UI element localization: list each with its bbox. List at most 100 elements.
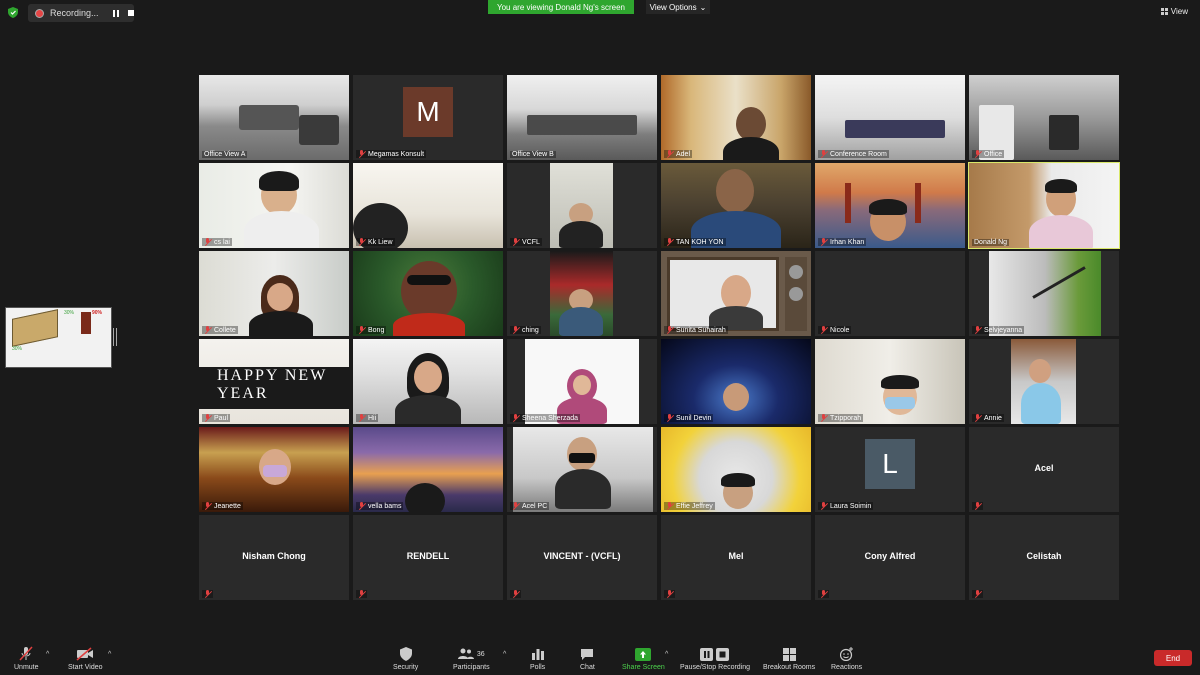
participant-name <box>972 590 983 598</box>
video-tile[interactable]: Cony Alfred <box>815 515 965 600</box>
mic-muted-icon <box>820 502 827 510</box>
stop-recording-icon[interactable] <box>127 10 134 16</box>
video-tile[interactable]: Office View A <box>199 75 349 160</box>
video-tile[interactable]: Adel <box>661 75 811 160</box>
mic-muted-icon <box>666 326 673 334</box>
unmute-button[interactable]: Unmute <box>14 646 39 671</box>
participant-name: Laura Soimin <box>818 502 874 510</box>
participant-label: Office View A <box>204 151 246 158</box>
pause-stop-icon <box>700 647 730 661</box>
avatar: L <box>865 438 915 489</box>
participant-label: Jeanette <box>214 502 241 510</box>
thumb-label-1: 30% <box>64 310 75 316</box>
video-tile[interactable]: Sunil Devin <box>661 339 811 424</box>
security-button[interactable]: Security <box>393 646 418 671</box>
mic-muted-icon <box>512 590 519 598</box>
breakout-rooms-button[interactable]: Breakout Rooms <box>763 646 815 671</box>
reactions-button[interactable]: Reactions <box>831 646 862 671</box>
participants-options-caret[interactable]: ^ <box>503 651 506 658</box>
video-tile[interactable]: VINCENT - (VCFL) <box>507 515 657 600</box>
video-tile[interactable]: vella bams <box>353 427 503 512</box>
view-options-label: View Options <box>649 2 697 12</box>
share-screen-button[interactable]: Share Screen <box>622 646 665 671</box>
video-tile[interactable]: Celistah <box>969 515 1119 600</box>
video-tile[interactable]: Effie Jeffrey <box>661 427 811 512</box>
video-tile[interactable]: Nicole <box>815 251 965 336</box>
video-tile[interactable]: Acel <box>969 427 1119 512</box>
participant-name <box>202 590 213 598</box>
video-tile[interactable]: cs lai <box>199 163 349 248</box>
video-tile[interactable]: Sheena Sherzada <box>507 339 657 424</box>
video-tile[interactable]: Collete <box>199 251 349 336</box>
mic-muted-icon <box>820 326 827 334</box>
view-button[interactable]: View <box>1160 7 1188 16</box>
participants-icon <box>457 648 474 659</box>
thumbnail-resize-handle[interactable] <box>113 328 117 346</box>
video-tile[interactable]: Sunita Suhairah <box>661 251 811 336</box>
video-tile[interactable]: Jeanette <box>199 427 349 512</box>
participants-button[interactable]: 36 Participants <box>453 646 490 671</box>
shared-screen-thumbnail[interactable]: 30% 90% 30% <box>5 307 112 368</box>
participants-count: 36 <box>476 650 485 658</box>
polls-label: Polls <box>530 664 546 671</box>
security-shield-icon <box>8 7 18 18</box>
video-off-icon <box>76 647 94 661</box>
video-tile[interactable]: ching <box>507 251 657 336</box>
mic-muted-icon <box>820 414 827 422</box>
start-video-label: Start Video <box>68 664 103 671</box>
end-meeting-button[interactable]: End <box>1154 650 1192 666</box>
mic-muted-icon <box>820 150 827 158</box>
video-options-caret[interactable]: ^ <box>108 651 111 658</box>
video-tile-active-speaker[interactable]: Donald Ng <box>968 162 1120 249</box>
polls-button[interactable]: Polls <box>530 646 545 671</box>
participant-label: Sheena Sherzada <box>522 414 579 422</box>
mic-muted-icon <box>358 238 365 246</box>
video-tile[interactable]: Office <box>969 75 1119 160</box>
participant-name: Annie <box>972 414 1004 422</box>
participant-label: Kk Liew <box>368 238 393 246</box>
chat-label: Chat <box>580 664 595 671</box>
video-tile[interactable]: Nisham Chong <box>199 515 349 600</box>
mic-muted-icon <box>204 590 211 598</box>
recording-label: Recording... <box>50 8 99 18</box>
chat-icon <box>581 648 594 660</box>
breakout-rooms-label: Breakout Rooms <box>763 664 816 671</box>
chat-button[interactable]: Chat <box>580 646 595 671</box>
share-options-caret[interactable]: ^ <box>665 651 668 658</box>
participant-name <box>972 502 983 510</box>
video-tile[interactable]: Mel <box>661 515 811 600</box>
video-tile[interactable]: TAN KOH YON <box>661 163 811 248</box>
video-tile[interactable]: Hii <box>353 339 503 424</box>
participant-name: Office View B <box>510 151 556 158</box>
participant-name: Office View A <box>202 151 248 158</box>
video-tile[interactable]: Bong <box>353 251 503 336</box>
video-tile[interactable]: Office View B <box>507 75 657 160</box>
video-tile[interactable]: Selvjeyanna <box>969 251 1119 336</box>
video-tile[interactable]: Annie <box>969 339 1119 424</box>
video-tile[interactable]: Acel PC <box>507 427 657 512</box>
start-video-button[interactable]: Start Video <box>68 646 103 671</box>
video-tile[interactable]: Tzipporah <box>815 339 965 424</box>
video-tile[interactable]: Conference Room <box>815 75 965 160</box>
mic-muted-icon <box>358 590 365 598</box>
view-options-button[interactable]: View Options ⌄ <box>646 0 710 14</box>
participant-name: Jeanette <box>202 502 243 510</box>
participant-name <box>664 590 675 598</box>
audio-options-caret[interactable]: ^ <box>46 651 49 658</box>
mic-muted-icon <box>512 238 519 246</box>
participant-label: Effie Jeffrey <box>676 502 713 510</box>
participant-name: Effie Jeffrey <box>664 502 715 510</box>
participant-label: Tzipporah <box>830 414 862 422</box>
video-tile[interactable]: HAPPY NEW YEAR Paul <box>199 339 349 424</box>
mic-muted-icon <box>974 150 981 158</box>
video-tile[interactable]: Irhan Khan <box>815 163 965 248</box>
video-tile[interactable]: M Megamas Konsult <box>353 75 503 160</box>
pause-recording-icon[interactable] <box>112 9 119 17</box>
share-screen-label: Share Screen <box>622 664 665 671</box>
mic-muted-icon <box>666 590 673 598</box>
video-tile[interactable]: Kk Liew <box>353 163 503 248</box>
pause-stop-recording-button[interactable]: Pause/Stop Recording <box>680 646 750 671</box>
video-tile[interactable]: L Laura Soimin <box>815 427 965 512</box>
video-tile[interactable]: RENDELL <box>353 515 503 600</box>
video-tile[interactable]: VCFL <box>507 163 657 248</box>
